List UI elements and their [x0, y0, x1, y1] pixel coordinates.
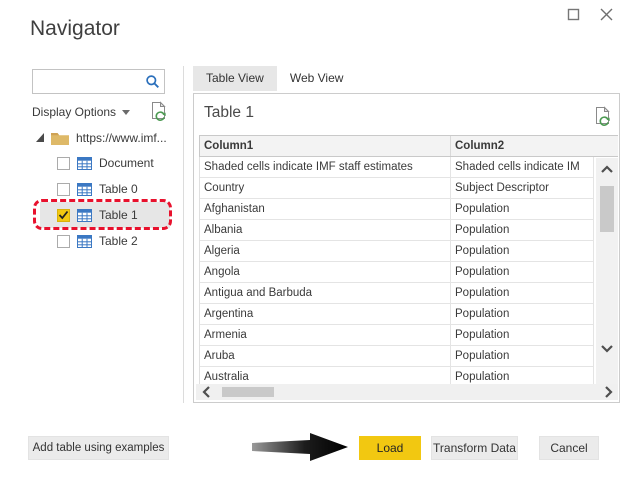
table-row: Country Subject Descriptor: [200, 178, 594, 199]
column-header: Column1: [200, 136, 451, 156]
table-row: Afghanistan Population: [200, 199, 594, 220]
table-cell: Aruba: [200, 346, 451, 366]
table-row: Argentina Population: [200, 304, 594, 325]
checkbox-checked[interactable]: [57, 208, 70, 222]
table-row: Antigua and Barbuda Population: [200, 283, 594, 304]
search-box: [32, 69, 165, 94]
tab-table-view[interactable]: Table View: [193, 66, 277, 91]
table-icon: [77, 182, 92, 196]
tree-item-label: Table 2: [99, 234, 138, 248]
table-row: Armenia Population: [200, 325, 594, 346]
chevron-down-icon: [122, 109, 131, 115]
cancel-button[interactable]: Cancel: [539, 436, 599, 460]
horizontal-scrollbar[interactable]: [196, 384, 618, 400]
preview-table-title: Table 1: [204, 104, 254, 121]
table-cell: Shaded cells indicate IM: [451, 157, 594, 177]
table-cell: Antigua and Barbuda: [200, 283, 451, 303]
scroll-down-icon[interactable]: [596, 342, 618, 354]
column-header: Column2: [455, 140, 505, 152]
tree-item-label: Document: [99, 156, 154, 170]
table-cell: Population: [451, 220, 594, 240]
preview-refresh-button[interactable]: [593, 106, 612, 132]
folder-icon: [51, 132, 69, 145]
scroll-up-icon[interactable]: [596, 163, 618, 175]
tree-item-document[interactable]: Document: [40, 150, 170, 176]
table-cell: Population: [451, 262, 594, 282]
table-row: Australia Population: [200, 367, 594, 384]
table-cell: Argentina: [200, 304, 451, 324]
refresh-page-icon: [596, 106, 610, 126]
table-row: Angola Population: [200, 262, 594, 283]
vertical-scrollbar-thumb[interactable]: [600, 186, 614, 232]
table-icon: [77, 234, 92, 248]
table-cell: Afghanistan: [200, 199, 451, 219]
refresh-button[interactable]: [149, 101, 168, 127]
scroll-left-icon[interactable]: [200, 386, 212, 398]
maximize-button[interactable]: [565, 6, 581, 22]
checkbox[interactable]: [57, 156, 70, 170]
add-table-using-examples-button[interactable]: Add table using examples: [28, 436, 169, 460]
table-header-row: Column1 Column2: [199, 135, 618, 157]
table-row: Aruba Population: [200, 346, 594, 367]
display-options-label: Display Options: [32, 105, 117, 119]
table-cell: Country: [200, 178, 451, 198]
preview-tabs: Table View Web View: [193, 66, 356, 91]
table-cell: Population: [451, 346, 594, 366]
close-icon: [600, 8, 612, 20]
search-input[interactable]: [33, 70, 145, 93]
table-cell: Population: [451, 367, 594, 384]
close-button[interactable]: [597, 5, 615, 23]
tree-item-table-1[interactable]: Table 1: [40, 202, 170, 228]
table-cell: Shaded cells indicate IMF staff estimate…: [200, 157, 451, 177]
table-cell: Algeria: [200, 241, 451, 261]
table-cell: Population: [451, 241, 594, 261]
page-title: Navigator: [30, 17, 120, 40]
tree-root-url[interactable]: https://www.imf...: [36, 129, 167, 146]
tree-item-label: Table 1: [99, 208, 138, 222]
checkbox[interactable]: [57, 182, 70, 196]
table-cell: Population: [451, 283, 594, 303]
refresh-page-icon: [152, 101, 166, 121]
preview-table: Column1 Column2 Shaded cells indicate IM…: [199, 135, 618, 384]
vertical-scrollbar[interactable]: [596, 158, 618, 384]
table-cell: Population: [451, 199, 594, 219]
table-row: Algeria Population: [200, 241, 594, 262]
table-row: Albania Population: [200, 220, 594, 241]
table-cell: Australia: [200, 367, 451, 384]
tree-item-label: Table 0: [99, 182, 138, 196]
table-row: Shaded cells indicate IMF staff estimate…: [200, 157, 594, 178]
table-cell: Armenia: [200, 325, 451, 345]
tree-root-label: https://www.imf...: [76, 130, 167, 145]
table-cell: Population: [451, 304, 594, 324]
transform-data-button[interactable]: Transform Data: [431, 436, 518, 460]
table-icon: [77, 156, 92, 170]
tab-web-view[interactable]: Web View: [277, 66, 357, 91]
checkmark-icon: [58, 210, 69, 220]
table-cell: Population: [451, 325, 594, 345]
load-button[interactable]: Load: [359, 436, 421, 460]
table-icon: [77, 208, 92, 222]
preview-pane: Table 1 Column1 Column2 Shaded cells ind…: [193, 93, 620, 403]
table-cell: Subject Descriptor: [451, 178, 594, 198]
table-rows: Shaded cells indicate IMF staff estimate…: [199, 157, 594, 384]
search-icon[interactable]: [145, 74, 160, 89]
table-cell: Angola: [200, 262, 451, 282]
tree-item-table-0[interactable]: Table 0: [40, 176, 170, 202]
table-cell: Albania: [200, 220, 451, 240]
tree-expander-icon: [36, 133, 44, 142]
tree-item-table-2[interactable]: Table 2: [40, 228, 170, 254]
navigator-dialog: Navigator Display Options https://www.im…: [0, 0, 628, 477]
annotation-arrow-icon: [252, 431, 349, 468]
display-options-dropdown[interactable]: Display Options: [32, 103, 131, 121]
checkbox[interactable]: [57, 234, 70, 248]
panel-divider: [183, 66, 184, 403]
horizontal-scrollbar-thumb[interactable]: [222, 387, 274, 397]
maximize-icon: [567, 8, 579, 20]
scroll-right-icon[interactable]: [602, 386, 614, 398]
